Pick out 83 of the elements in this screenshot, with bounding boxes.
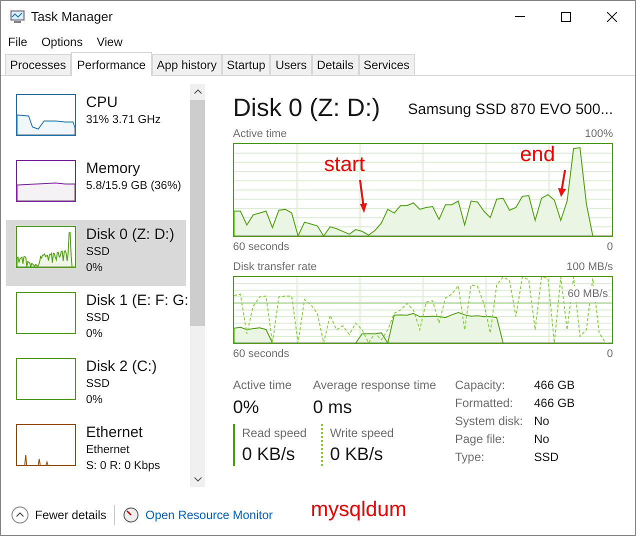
tab[interactable]: Performance	[71, 52, 152, 76]
stat-value: 0 ms	[313, 396, 354, 419]
close-icon	[607, 12, 617, 22]
stat-label: Active time	[233, 377, 293, 394]
annotation-text: end	[520, 142, 556, 168]
scrollbar[interactable]	[190, 84, 205, 487]
property-label: System disk:	[455, 413, 524, 430]
chart-duration: 60 seconds	[233, 346, 290, 362]
sidebar-item[interactable]: Disk 1 (E: F: G: SSD 0%	[6, 286, 186, 352]
item-detail: 0%	[86, 393, 104, 408]
item-title: Disk 0 (Z: D:)	[86, 226, 174, 244]
app-icon	[9, 10, 25, 24]
speed-label: Read speed	[242, 425, 308, 442]
item-detail: SSD	[86, 311, 111, 326]
item-detail: 0%	[86, 327, 104, 342]
sidebar-item[interactable]: Memory 5.8/15.9 GB (36%)	[6, 154, 186, 220]
item-detail: 31% 3.71 GHz	[86, 113, 161, 128]
stat-value: 0%	[233, 396, 260, 419]
annotation-text: mysqldum	[310, 497, 406, 524]
annotation-arrow	[558, 170, 568, 198]
scroll-up-icon	[194, 89, 202, 94]
network-graph	[24, 454, 48, 465]
tab[interactable]: Processes	[5, 54, 72, 75]
disk-title: Disk 0 (Z: D:)	[233, 93, 380, 124]
sidebar-item[interactable]: Disk 0 (Z: D:) SSD 0%	[6, 220, 186, 286]
property-value: 466 GB	[534, 395, 575, 412]
item-detail: SSD	[86, 245, 111, 260]
collapse-icon	[11, 506, 29, 524]
property-label: Type:	[455, 449, 486, 466]
item-title: Disk 2 (C:)	[86, 358, 157, 376]
property-value: No	[534, 431, 550, 448]
property-label: Formatted:	[455, 395, 514, 412]
resource-monitor-icon	[123, 507, 140, 523]
disk-graph	[17, 232, 75, 267]
minimize-icon	[515, 16, 525, 17]
chart-label: Active time	[233, 127, 287, 142]
menu-item[interactable]: Options	[41, 33, 83, 51]
chart-max: 100 MB/s	[566, 260, 613, 275]
speed-label: Write speed	[330, 425, 395, 442]
resource-monitor-link[interactable]: Open Resource Monitor	[145, 506, 273, 524]
sidebar-item[interactable]: Ethernet Ethernet S: 0 R: 0 Kbps	[6, 418, 186, 484]
sidebar-item[interactable]: Disk 2 (C:) SSD 0%	[6, 352, 186, 418]
menu-item[interactable]: File	[8, 33, 28, 51]
tab[interactable]: Services	[358, 54, 415, 75]
chart-marker-label: 60 MB/s	[568, 286, 608, 302]
tab[interactable]: App history	[152, 54, 222, 75]
item-title: Disk 1 (E: F: G:	[86, 292, 186, 310]
chart-duration: 60 seconds	[233, 240, 290, 254]
item-detail: Ethernet	[86, 443, 130, 458]
disk-model: Samsung SSD 870 EVO 500...	[408, 100, 613, 120]
annotation-text: start	[324, 152, 365, 178]
fewer-details-button[interactable]: Fewer details	[11, 506, 106, 524]
property-value: SSD	[534, 449, 559, 466]
item-title: Ethernet	[86, 424, 144, 442]
speed-value: 0 KB/s	[242, 443, 296, 466]
scrollbar-thumb[interactable]	[190, 100, 205, 326]
speed-value: 0 KB/s	[330, 443, 384, 466]
item-detail: 0%	[86, 261, 104, 276]
item-detail: SSD	[86, 377, 111, 392]
property-value: 466 GB	[534, 377, 575, 394]
stat-label: Average response time	[313, 377, 436, 394]
menu-item[interactable]: View	[96, 33, 122, 51]
tab[interactable]: Users	[270, 54, 312, 75]
maximize-icon	[561, 12, 571, 22]
chart-min: 0	[606, 346, 613, 362]
property-label: Page file:	[455, 431, 506, 448]
chart-max: 100%	[584, 127, 613, 142]
item-title: Memory	[86, 160, 142, 178]
property-value: No	[534, 413, 550, 430]
tab[interactable]: Details	[312, 54, 358, 75]
item-detail: S: 0 R: 0 Kbps	[86, 459, 160, 474]
chart-min: 0	[606, 240, 613, 254]
tab[interactable]: Startup	[222, 54, 270, 75]
chart-label: Disk transfer rate	[233, 260, 317, 275]
item-title: CPU	[86, 94, 119, 112]
memory-graph	[17, 182, 75, 201]
sidebar-item[interactable]: CPU 31% 3.71 GHz	[6, 88, 186, 154]
scroll-down-icon	[194, 477, 202, 482]
annotation-arrow	[358, 180, 368, 214]
property-label: Capacity:	[455, 377, 506, 394]
item-detail: 5.8/15.9 GB (36%)	[86, 179, 182, 194]
window-title: Task Manager	[31, 8, 113, 26]
cpu-graph	[17, 114, 75, 135]
